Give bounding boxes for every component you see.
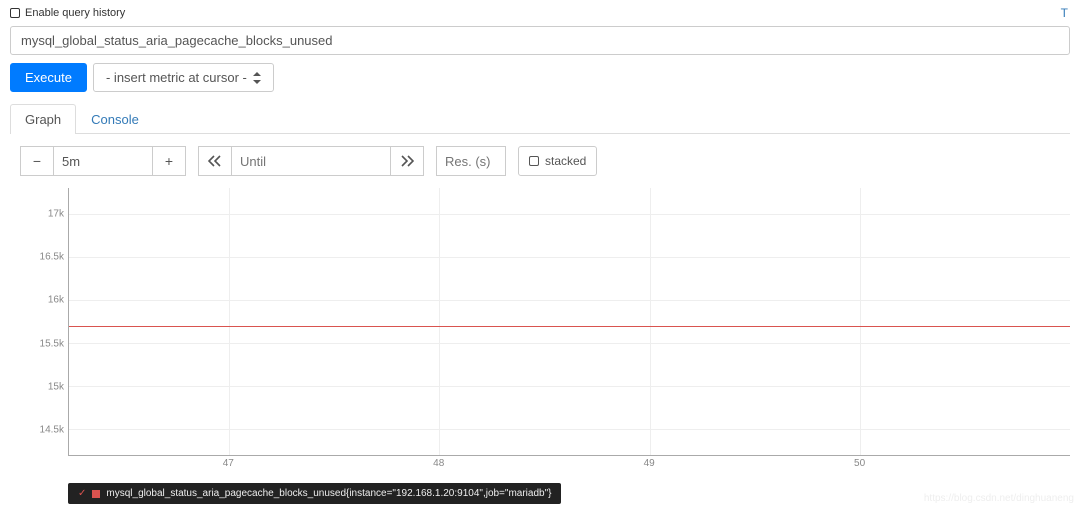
insert-metric-dropdown[interactable]: - insert metric at cursor - (93, 63, 274, 92)
tab-console[interactable]: Console (76, 104, 154, 134)
resolution-input[interactable] (436, 146, 506, 176)
gridline (69, 429, 1070, 430)
y-tick-label: 14.5k (40, 425, 64, 436)
gridline (69, 343, 1070, 344)
gridline (69, 300, 1070, 301)
page: Enable query history T Execute - insert … (0, 0, 1080, 476)
watermark: https://blog.csdn.net/dinghuaneng (924, 493, 1074, 504)
stacked-toggle[interactable]: stacked (518, 146, 597, 176)
insert-metric-label: - insert metric at cursor - (106, 70, 247, 85)
duration-group: − + (20, 146, 186, 176)
expression-row (10, 26, 1070, 55)
legend-text: mysql_global_status_aria_pagecache_block… (106, 488, 551, 499)
tabs: Graph Console (10, 104, 1070, 134)
x-tick-label: 49 (644, 458, 655, 469)
execute-button[interactable]: Execute (10, 63, 87, 92)
y-tick-label: 15k (48, 381, 64, 392)
legend[interactable]: ✓ mysql_global_status_aria_pagecache_blo… (68, 483, 561, 504)
x-tick-label: 47 (223, 458, 234, 469)
time-back-button[interactable] (198, 146, 232, 176)
gridline (860, 188, 861, 455)
topbar: Enable query history T (10, 6, 1070, 20)
until-input[interactable] (231, 146, 391, 176)
y-tick-label: 16.5k (40, 252, 64, 263)
expression-input[interactable] (10, 26, 1070, 55)
gridline (650, 188, 651, 455)
enable-history-label: Enable query history (25, 7, 125, 19)
duration-input[interactable] (53, 146, 153, 176)
enable-history-checkbox[interactable]: Enable query history (10, 7, 125, 19)
caret-icon (253, 72, 261, 84)
graph-toolbar: − + stacked (20, 146, 1070, 176)
legend-swatch (92, 490, 100, 498)
x-tick-label: 48 (433, 458, 444, 469)
gridline (69, 386, 1070, 387)
y-tick-label: 16k (48, 295, 64, 306)
checkbox-icon (529, 156, 539, 166)
y-tick-label: 17k (48, 208, 64, 219)
y-tick-label: 15.5k (40, 338, 64, 349)
gridline (229, 188, 230, 455)
top-right-letter: T (1061, 6, 1070, 20)
until-group (198, 146, 424, 176)
chart-area: ✓ mysql_global_status_aria_pagecache_blo… (20, 186, 1070, 476)
stacked-label: stacked (545, 154, 586, 168)
check-icon: ✓ (78, 488, 86, 499)
duration-minus-button[interactable]: − (20, 146, 54, 176)
checkbox-icon (10, 8, 20, 18)
double-chevron-right-icon (400, 155, 414, 167)
gridline (439, 188, 440, 455)
time-forward-button[interactable] (390, 146, 424, 176)
chart[interactable]: ✓ mysql_global_status_aria_pagecache_blo… (20, 186, 1070, 476)
gridline (69, 214, 1070, 215)
tab-graph[interactable]: Graph (10, 104, 76, 134)
button-row: Execute - insert metric at cursor - (10, 63, 1070, 92)
gridline (69, 257, 1070, 258)
plot-region (68, 188, 1070, 456)
double-chevron-left-icon (208, 155, 222, 167)
x-tick-label: 50 (854, 458, 865, 469)
duration-plus-button[interactable]: + (152, 146, 186, 176)
series-line (69, 326, 1070, 327)
